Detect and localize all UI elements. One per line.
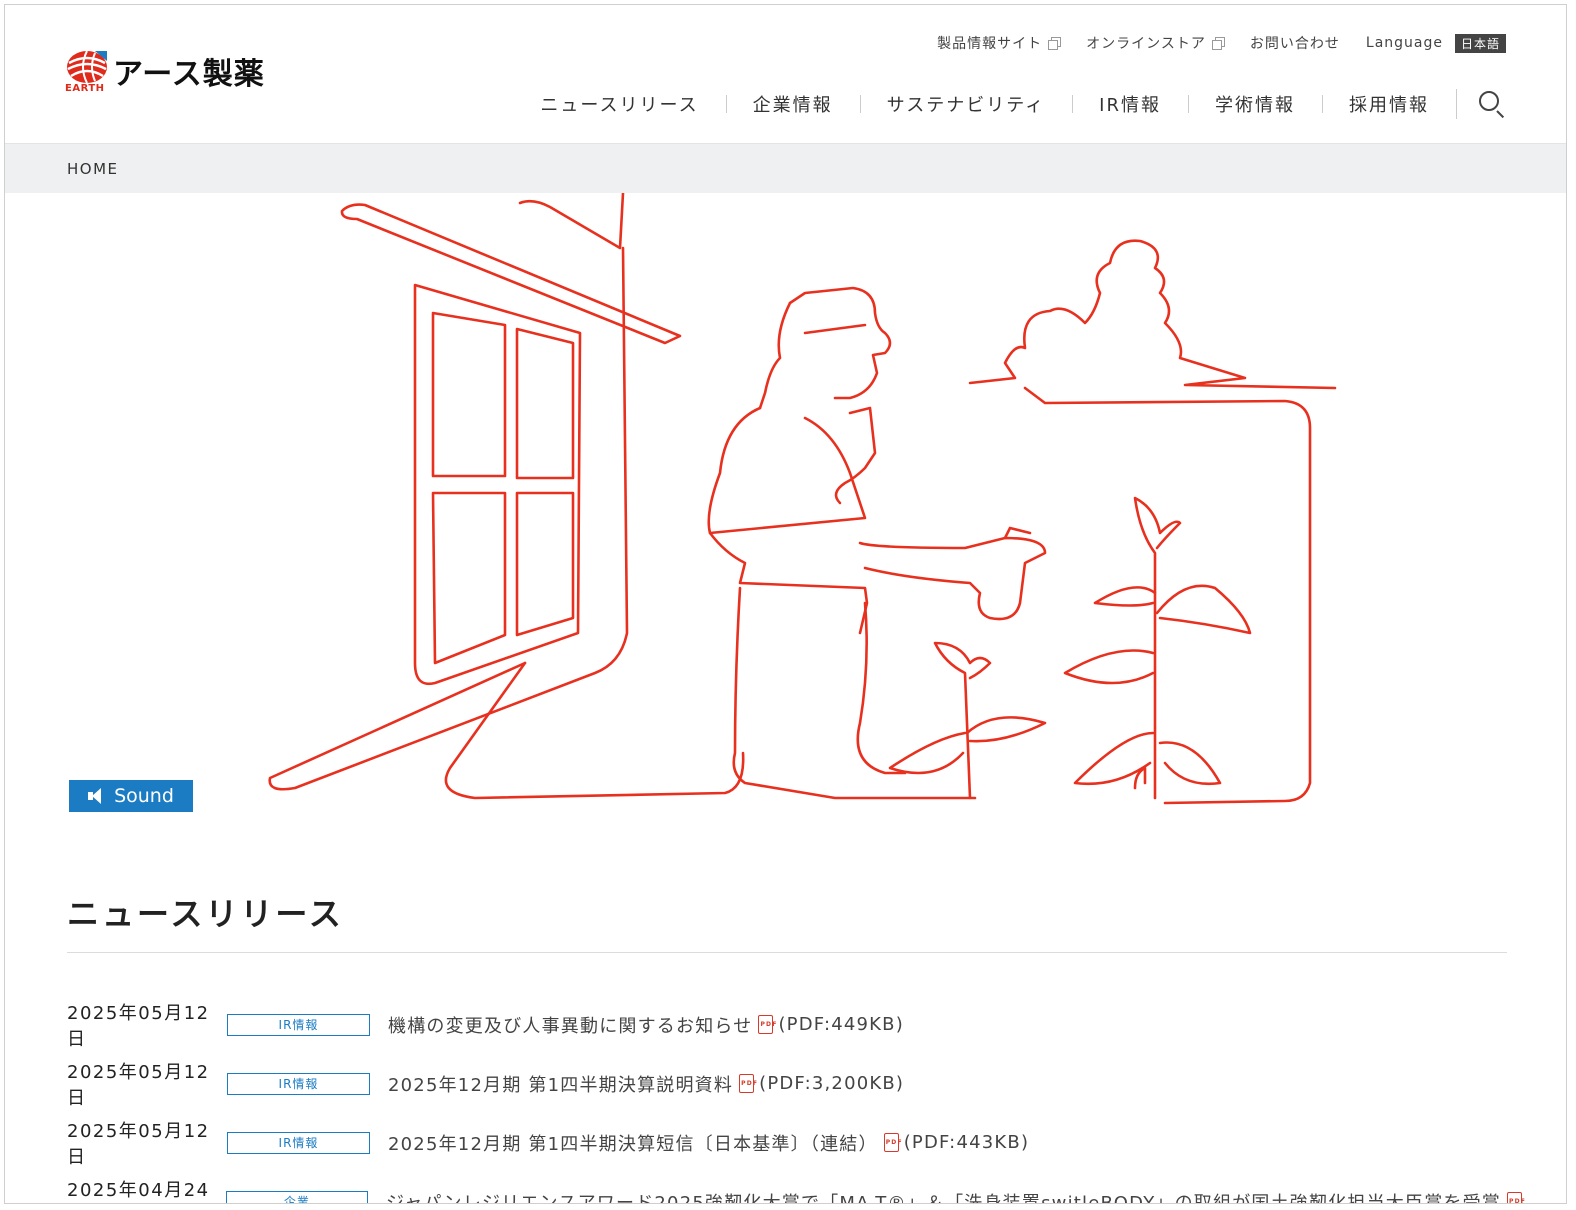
nav-item-recruit[interactable]: 採用情報 [1322,91,1456,117]
pdf-icon [883,1133,903,1152]
nav-item-ir[interactable]: IR情報 [1072,91,1188,117]
nav-item-news[interactable]: ニュースリリース [513,91,725,117]
news-link[interactable]: 機構の変更及び人事異動に関するお知らせ (PDF:449KB) [388,1012,904,1038]
pdf-size: (PDF:443KB) [903,1132,1030,1153]
pdf-icon [739,1074,758,1093]
language-label: Language [1365,35,1443,51]
news-link[interactable]: 2025年12月期 第1四半期決算説明資料 (PDF:3,200KB) [388,1071,904,1097]
hero-illustration: Sound [5,193,1566,833]
pdf-size: (PDF:3,200KB) [759,1073,905,1094]
language-badge: 日本語 [1454,33,1506,53]
language-selector[interactable]: Language 日本語 [1365,33,1506,53]
external-link-icon [1211,37,1225,50]
news-section-title: ニュースリリース [67,895,344,933]
site-header: EARTH アース製薬 製品情報サイト オンラインストア お問い合わせ Lang… [5,5,1566,143]
pdf-size: (PDF:449KB) [778,1014,904,1035]
logo-text: アース製薬 [113,57,265,92]
search-icon [1479,91,1499,111]
news-item: 2025年05月12日 IR情報 2025年12月期 第1四半期決算説明資料 (… [67,1054,1527,1113]
sound-toggle-button[interactable]: Sound [69,780,193,812]
nav-item-academic[interactable]: 学術情報 [1188,91,1322,117]
globe-logo-icon: EARTH [65,49,109,94]
news-date: 2025年05月12日 [67,1002,210,1050]
news-category-badge: IR情報 [227,1013,370,1036]
news-date: 2025年04月24日 [67,1179,210,1201]
news-link[interactable]: ジャパンレジリエンスアワード2025強靭化大賞で「MA-T®」＆「洗身装置swi… [385,1189,1527,1204]
search-button[interactable] [1456,89,1506,119]
news-title-text: 機構の変更及び人事異動に関するお知らせ [388,1015,753,1037]
external-link-icon [1048,37,1062,50]
nav-item-sustainability[interactable]: サステナビリティ [859,91,1073,117]
util-link-label: 製品情報サイト [937,36,1043,52]
breadcrumb-home[interactable]: HOME [67,160,119,178]
util-link-contact[interactable]: お問い合わせ [1250,33,1340,53]
util-link-products[interactable]: 製品情報サイト [937,33,1062,53]
news-date: 2025年05月12日 [67,1061,210,1109]
earth-logo[interactable]: EARTH アース製薬 [65,49,265,94]
news-list: 2025年05月12日 IR情報 機構の変更及び人事異動に関するお知らせ (PD… [67,995,1527,1204]
news-title-text: ジャパンレジリエンスアワード2025強靭化大賞で「MA-T®」＆「洗身装置swi… [385,1192,1501,1204]
logo-sub-text: EARTH [65,83,105,94]
util-link-online-store[interactable]: オンラインストア [1086,33,1225,53]
news-date: 2025年05月12日 [67,1120,210,1168]
pdf-icon [1507,1192,1526,1203]
pdf-icon [758,1015,778,1034]
utility-nav: 製品情報サイト オンラインストア お問い合わせ Language 日本語 [937,33,1506,53]
sound-label: Sound [114,785,174,807]
news-title-text: 2025年12月期 第1四半期決算説明資料 [388,1074,734,1096]
util-link-label: オンラインストア [1086,36,1206,52]
news-title-text: 2025年12月期 第1四半期決算短信〔日本基準〕（連結） [388,1133,878,1155]
news-category-badge: IR情報 [227,1072,370,1095]
news-item: 2025年04月24日 企業 ジャパンレジリエンスアワード2025強靭化大賞で「… [67,1172,1527,1204]
page-frame: EARTH アース製薬 製品情報サイト オンラインストア お問い合わせ Lang… [4,4,1567,1204]
global-nav: ニュースリリース 企業情報 サステナビリティ IR情報 学術情報 採用情報 [513,89,1506,119]
news-link[interactable]: 2025年12月期 第1四半期決算短信〔日本基準〕（連結） (PDF:443KB… [388,1130,1029,1156]
util-link-label: お問い合わせ [1249,36,1340,52]
speaker-icon [88,788,106,804]
nav-item-company[interactable]: 企業情報 [725,91,860,117]
news-category-badge: IR情報 [227,1131,370,1154]
news-divider [67,952,1507,953]
gardener-line-art [268,193,1337,805]
breadcrumb: HOME [5,143,1566,193]
news-item: 2025年05月12日 IR情報 2025年12月期 第1四半期決算短信〔日本基… [67,1113,1527,1172]
news-item: 2025年05月12日 IR情報 機構の変更及び人事異動に関するお知らせ (PD… [67,995,1527,1054]
news-category-badge: 企業 [225,1190,368,1203]
